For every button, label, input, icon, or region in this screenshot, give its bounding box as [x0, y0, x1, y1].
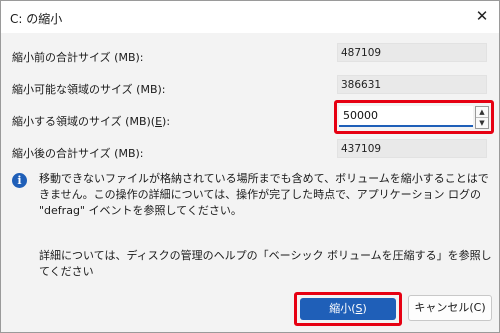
total-after-value: 437109 [337, 139, 487, 158]
shrink-button[interactable]: 縮小(S) [300, 298, 396, 320]
info-icon: i [12, 173, 27, 188]
total-before-value: 487109 [337, 43, 487, 62]
shrink-amount-highlight: ▲ ▼ [334, 100, 494, 134]
spin-up-icon[interactable]: ▲ [476, 107, 488, 118]
shrink-button-prefix: 縮小( [329, 302, 356, 315]
shrink-amount-access-key: E [155, 115, 163, 128]
title-bar: C: の縮小 ✕ [1, 1, 499, 33]
info-message: 移動できないファイルが格納されている場所までも含めて、ボリュームを縮小することは… [39, 172, 489, 217]
help-text: 詳細については、ディスクの管理のヘルプの「ベーシック ボリュームを圧縮する」を参… [39, 249, 492, 278]
window-title: C: の縮小 [10, 12, 63, 26]
shrink-amount-label-prefix: 縮小する領域のサイズ (MB)( [12, 115, 156, 128]
shrink-dialog: C: の縮小 ✕ 縮小前の合計サイズ (MB): 487109 縮小可能な領域の… [0, 0, 500, 333]
shrink-amount-spinner[interactable]: ▲ ▼ [475, 106, 489, 129]
total-after-label: 縮小後の合計サイズ (MB): [12, 147, 144, 160]
spin-down-icon[interactable]: ▼ [476, 118, 488, 128]
shrink-button-suffix: ) [362, 302, 367, 315]
shrink-amount-label-suffix: ): [162, 115, 171, 128]
shrinkable-label: 縮小可能な領域のサイズ (MB): [12, 83, 166, 96]
close-icon[interactable]: ✕ [471, 5, 493, 27]
shrink-button-highlight: 縮小(S) [294, 292, 402, 326]
shrink-amount-input[interactable] [339, 106, 473, 127]
shrinkable-value: 386631 [337, 75, 487, 94]
cancel-button[interactable]: キャンセル(C) [408, 295, 492, 321]
total-before-label: 縮小前の合計サイズ (MB): [12, 51, 144, 64]
shrink-amount-label: 縮小する領域のサイズ (MB)(E): [12, 113, 170, 129]
